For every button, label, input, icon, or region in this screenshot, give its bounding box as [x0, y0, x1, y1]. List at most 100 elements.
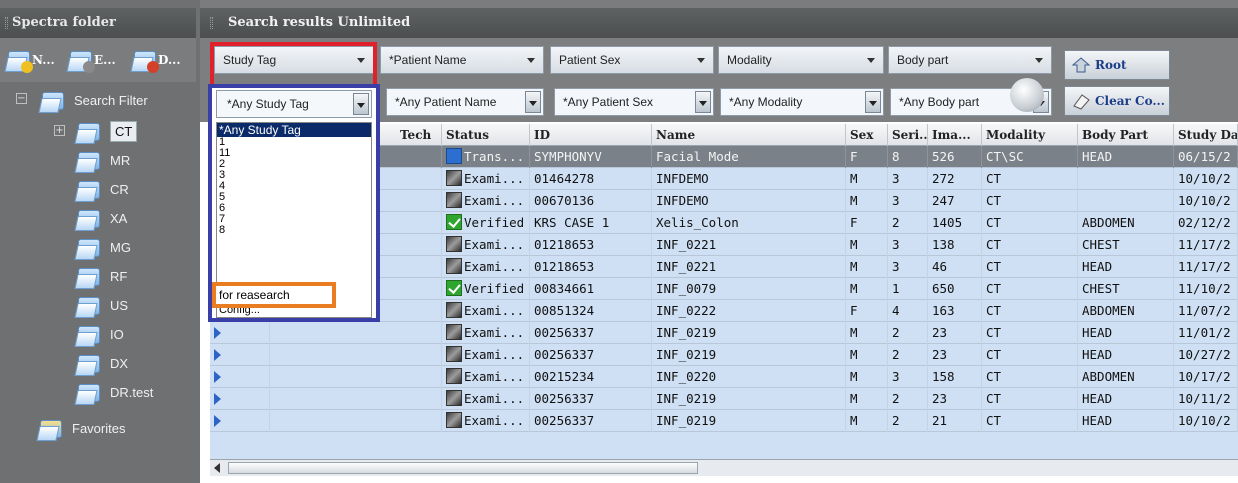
series-cell: 8 — [888, 146, 928, 168]
column-header-sex[interactable]: Sex — [846, 124, 888, 146]
sex-cell: F — [846, 300, 888, 322]
status-cell: Exami... — [442, 344, 530, 366]
date-cell: 10/10/2 — [1174, 190, 1238, 212]
tree-item-favorites[interactable]: Favorites — [36, 414, 125, 442]
modality-cell: CT — [982, 410, 1078, 432]
tree-item-mr[interactable]: MR — [74, 146, 130, 174]
column-header-body-part[interactable]: Body Part — [1078, 124, 1174, 146]
folder-new-icon — [6, 47, 33, 73]
column-header-study-date[interactable]: Study Da — [1174, 124, 1238, 146]
images-cell: 526 — [928, 146, 982, 168]
sex-cell: M — [846, 322, 888, 344]
tree-item-cr[interactable]: CR — [74, 175, 129, 203]
tree-item-us[interactable]: US — [74, 291, 128, 319]
tree-item-io[interactable]: IO — [74, 320, 124, 348]
series-cell: 3 — [888, 168, 928, 190]
status-cell: Exami... — [442, 410, 530, 432]
modality-filter[interactable]: *Any Modality — [720, 88, 884, 116]
patient-name-filter[interactable]: *Any Patient Name — [386, 88, 544, 116]
sex-cell: M — [846, 278, 888, 300]
series-cell: 3 — [888, 366, 928, 388]
study-tag-filter-open[interactable]: *Any Study Tag — [216, 90, 372, 118]
status-cell: Exami... — [442, 168, 530, 190]
examined-icon — [446, 346, 462, 362]
study-tag-option[interactable]: 5 — [217, 192, 371, 203]
collapse-icon[interactable]: − — [16, 93, 27, 104]
grip-icon[interactable] — [210, 17, 213, 29]
folder-icon — [74, 176, 104, 202]
study-tag-option[interactable]: 6 — [217, 203, 371, 214]
study-tag-option[interactable]: *Any Study Tag — [217, 123, 371, 137]
tech-cell — [396, 278, 442, 300]
examined-icon — [446, 258, 462, 274]
column-header-modality[interactable]: Modality — [982, 124, 1078, 146]
row-pointer-icon — [214, 349, 221, 361]
patient-name-column-select[interactable]: *Patient Name — [380, 46, 544, 74]
column-header-name[interactable]: Name — [652, 124, 846, 146]
tech-cell — [396, 388, 442, 410]
expand-icon[interactable]: + — [54, 125, 65, 136]
column-header-tech[interactable]: Tech — [396, 124, 442, 146]
table-row[interactable]: Exami... 00256337 INF_0219 M 2 23 CT HEAD 11/01/… — [210, 322, 1238, 344]
edit-folder-button[interactable]: E... — [68, 46, 116, 74]
name-cell: INF_0221 — [652, 256, 846, 278]
column-header-images[interactable]: Ima... — [928, 124, 982, 146]
date-cell: 11/10/2 — [1174, 278, 1238, 300]
root-button[interactable]: Root — [1064, 50, 1170, 80]
folder-delete-icon — [132, 47, 159, 73]
tree-item-dr-test[interactable]: DR.test — [74, 378, 153, 406]
eraser-icon — [1071, 92, 1091, 110]
clear-conditions-button[interactable]: Clear Co... — [1064, 86, 1170, 116]
tech-cell — [396, 234, 442, 256]
tree-item-mg[interactable]: MG — [74, 233, 131, 261]
body-part-column-select[interactable]: Body part — [888, 46, 1052, 74]
id-cell: 00834661 — [530, 278, 652, 300]
tree-item-rf[interactable]: RF — [74, 262, 127, 290]
column-header-status[interactable]: Status — [442, 124, 530, 146]
horizontal-scrollbar[interactable] — [210, 459, 1238, 476]
study-tag-option[interactable]: 7 — [217, 214, 371, 225]
study-tag-option[interactable]: 3 — [217, 170, 371, 181]
row-pointer-icon — [214, 393, 221, 405]
modality-cell: CT — [982, 366, 1078, 388]
table-row[interactable]: Exami... 00256337 INF_0219 M 2 23 CT HEAD 10/11/… — [210, 388, 1238, 410]
name-cell: Xelis_Colon — [652, 212, 846, 234]
grip-icon[interactable] — [5, 17, 8, 29]
table-row[interactable]: Exami... 00215234 INF_0220 M 3 158 CT ABDOMEN 10… — [210, 366, 1238, 388]
tree-item-search-filter[interactable]: Search Filter — [38, 86, 148, 114]
study-tag-option[interactable]: 11 — [217, 148, 371, 159]
study-tag-option[interactable]: 4 — [217, 181, 371, 192]
study-tag-option[interactable]: 8 — [217, 225, 371, 236]
column-header-series[interactable]: Seri... — [888, 124, 928, 146]
scroll-left-icon[interactable] — [214, 463, 220, 473]
modality-column-select[interactable]: Modality — [718, 46, 884, 74]
column-header-id[interactable]: ID — [530, 124, 652, 146]
patient-sex-column-select[interactable]: Patient Sex — [550, 46, 714, 74]
study-tag-option-for-research[interactable]: for reasearch — [212, 282, 336, 308]
tree-item-xa[interactable]: XA — [74, 204, 127, 232]
status-cell: Exami... — [442, 256, 530, 278]
table-row[interactable]: Exami... 00256337 INF_0219 M 2 21 CT HEAD 10/10/… — [210, 410, 1238, 432]
name-cell: INFDEMO — [652, 190, 846, 212]
tree-item-dx[interactable]: DX — [74, 349, 128, 377]
modality-cell: CT — [982, 168, 1078, 190]
patient-sex-filter[interactable]: *Any Patient Sex — [554, 88, 714, 116]
chevron-down-icon[interactable] — [353, 93, 369, 115]
delete-folder-button[interactable]: D... — [132, 46, 181, 74]
date-cell: 10/10/2 — [1174, 168, 1238, 190]
study-tag-option[interactable]: 2 — [217, 159, 371, 170]
tree-item-ct[interactable]: CT — [74, 117, 138, 145]
examined-icon — [446, 324, 462, 340]
scrollbar-thumb[interactable] — [228, 462, 698, 474]
tech-cell — [396, 212, 442, 234]
chevron-down-icon[interactable] — [525, 91, 541, 113]
tech-cell — [396, 366, 442, 388]
new-folder-button[interactable]: N... — [6, 46, 55, 74]
status-cell: Exami... — [442, 366, 530, 388]
search-icon[interactable] — [1010, 78, 1044, 112]
study-tag-option[interactable]: 1 — [217, 137, 371, 148]
chevron-down-icon[interactable] — [865, 91, 881, 113]
status-cell: Exami... — [442, 388, 530, 410]
table-row[interactable]: Exami... 00256337 INF_0219 M 2 23 CT HEAD 10/27/… — [210, 344, 1238, 366]
chevron-down-icon[interactable] — [695, 91, 711, 113]
